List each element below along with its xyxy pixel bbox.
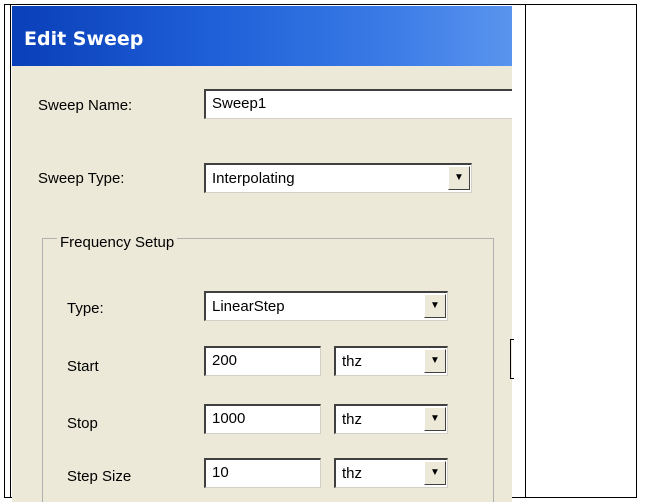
chevron-down-icon: ▼: [430, 467, 440, 478]
chevron-down-icon: ▼: [430, 355, 440, 366]
step-size-input[interactable]: 10: [204, 458, 321, 488]
partial-button-edge: [510, 339, 514, 379]
step-size-unit-value: thz: [342, 465, 363, 482]
title-bar[interactable]: Edit Sweep: [12, 6, 512, 66]
chevron-down-icon: ▼: [454, 172, 464, 183]
stop-unit-select[interactable]: thz ▼: [334, 404, 448, 434]
stop-unit-value: thz: [342, 411, 363, 428]
freq-type-dropdown-button[interactable]: ▼: [424, 294, 446, 318]
chevron-down-icon: ▼: [430, 413, 440, 424]
dialog-title: Edit Sweep: [24, 28, 144, 50]
sweep-type-value: Interpolating: [212, 170, 295, 187]
stop-label: Stop: [67, 415, 98, 432]
freq-type-value: LinearStep: [212, 298, 285, 315]
freq-type-select[interactable]: LinearStep ▼: [204, 291, 448, 321]
start-input[interactable]: 200: [204, 346, 321, 376]
sweep-name-label: Sweep Name:: [38, 97, 133, 114]
left-divider: [10, 4, 11, 498]
sweep-type-dropdown-button[interactable]: ▼: [448, 166, 470, 190]
start-unit-value: thz: [342, 353, 363, 370]
stop-unit-dropdown-button[interactable]: ▼: [424, 407, 446, 431]
frequency-setup-legend: Frequency Setup: [57, 234, 178, 251]
chevron-down-icon: ▼: [430, 300, 440, 311]
step-size-unit-dropdown-button[interactable]: ▼: [424, 461, 446, 485]
start-unit-select[interactable]: thz ▼: [334, 346, 448, 376]
sweep-type-select[interactable]: Interpolating ▼: [204, 163, 472, 193]
sweep-name-input[interactable]: Sweep1: [204, 89, 512, 119]
start-unit-dropdown-button[interactable]: ▼: [424, 349, 446, 373]
sweep-type-label: Sweep Type:: [38, 170, 125, 187]
right-divider: [525, 4, 526, 498]
edit-sweep-dialog: Edit Sweep Sweep Name: Sweep1 Sweep Type…: [12, 6, 512, 502]
stop-input[interactable]: 1000: [204, 404, 321, 434]
step-size-unit-select[interactable]: thz ▼: [334, 458, 448, 488]
start-label: Start: [67, 358, 99, 375]
freq-type-label: Type:: [67, 300, 104, 317]
step-size-label: Step Size: [67, 468, 132, 485]
